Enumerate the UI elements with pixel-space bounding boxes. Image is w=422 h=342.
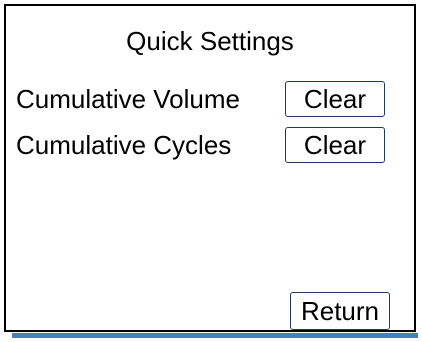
quick-settings-panel: Quick Settings Cumulative Volume Clear C… <box>4 4 416 332</box>
cumulative-volume-label: Cumulative Volume <box>16 84 240 114</box>
clear-cycles-button[interactable]: Clear <box>285 127 385 163</box>
clear-volume-button[interactable]: Clear <box>285 81 385 117</box>
return-button[interactable]: Return <box>290 292 390 330</box>
cumulative-cycles-label: Cumulative Cycles <box>16 130 232 160</box>
page-title: Quick Settings <box>126 26 294 56</box>
panel-shadow-bar <box>12 333 418 338</box>
